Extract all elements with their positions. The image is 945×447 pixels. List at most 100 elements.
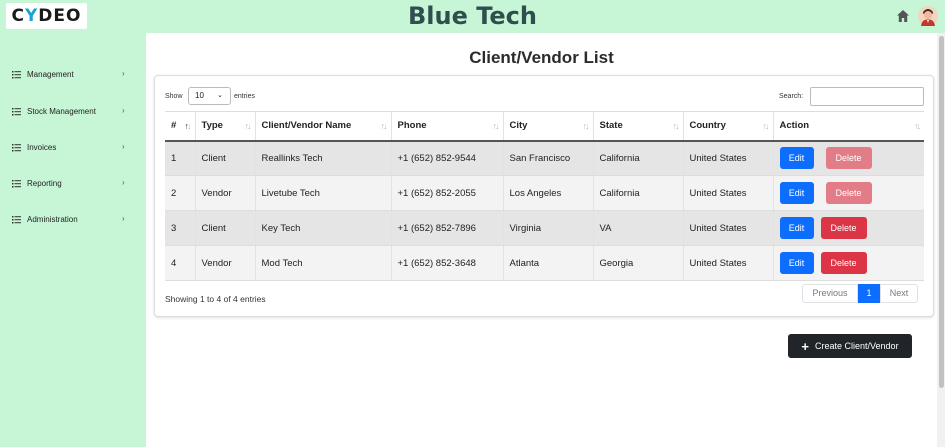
table-row: 3 Client Key Tech +1 (652) 852-7896 Virg… [165,210,924,246]
cell-country: United States [682,245,773,281]
column-header-label: # [171,120,177,132]
create-button-label: Create Client/Vendor [815,341,899,351]
column-header-phone[interactable]: Phone ↑↓ [390,111,503,142]
delete-button[interactable]: Delete [825,147,872,170]
list-icon [12,71,21,79]
table-row: 4 Vendor Mod Tech +1 (652) 852-3648 Atla… [165,245,924,281]
column-header-city[interactable]: City ↑↓ [502,111,593,142]
column-header-label: Type [201,120,223,132]
sort-icon: ↑↓ [184,121,192,131]
column-header-action[interactable]: Action ↑↓ [772,111,924,142]
cell-actions: Edit Delete [772,175,924,211]
cell-city: Los Angeles [502,175,593,211]
cell-type: Client [194,140,255,176]
pagination: Previous 1 Next [802,284,918,303]
delete-button[interactable]: Delete [820,252,867,274]
cell-state: California [592,175,683,211]
previous-page-button[interactable]: Previous [802,284,858,303]
cell-country: United States [682,210,773,246]
column-header-state[interactable]: State ↑↓ [592,111,683,142]
next-page-button[interactable]: Next [880,284,918,303]
chevron-right-icon: › [122,214,125,223]
client-vendor-table: # ↑↓ Type ↑↓ Client/Vendor Name ↑↓ Phone ↑↓ … [165,111,924,281]
column-header-label: Client/Vendor Name [261,120,352,132]
list-icon [12,216,21,224]
search-input[interactable] [810,87,924,106]
page-title: Client/Vendor List [469,48,614,67]
cell-number: 3 [165,210,195,246]
chevron-down-icon: ⌄ [217,92,223,99]
sidebar-item-label: Management [27,70,74,79]
cell-phone: +1 (652) 852-3648 [390,245,503,281]
page-1-button[interactable]: 1 [858,284,880,303]
sidebar-item-management[interactable]: Management › [0,67,146,83]
sidebar-item-label: Invoices [27,143,57,152]
edit-button[interactable]: Edit [779,252,814,274]
sidebar-item-stock-management[interactable]: Stock Management › [0,104,146,120]
column-header-label: City [509,120,528,132]
sidebar-item-administration[interactable]: Administration › [0,212,146,228]
company-title: Blue Tech [407,2,537,30]
sidebar-item-invoices[interactable]: Invoices › [0,140,146,156]
column-header-country[interactable]: Country ↑↓ [682,111,773,142]
cell-type: Vendor [194,175,255,211]
delete-button[interactable]: Delete [820,217,867,239]
delete-button[interactable]: Delete [825,182,872,204]
sidebar-item-label: Stock Management [27,107,96,116]
chevron-right-icon: › [122,142,125,151]
column-header-name[interactable]: Client/Vendor Name ↑↓ [254,111,391,142]
sort-icon: ↑↓ [380,121,388,131]
cell-name: Key Tech [254,210,391,246]
chevron-right-icon: › [122,178,125,187]
table-row: 1 Client Reallinks Tech +1 (652) 852-954… [165,140,924,176]
sort-icon: ↑↓ [492,121,500,131]
top-header: C Y DEO Blue Tech [0,0,945,33]
sort-icon: ↑↓ [244,121,252,131]
cell-country: United States [682,175,773,211]
sort-icon: ↑↓ [914,121,921,131]
sidebar-item-reporting[interactable]: Reporting › [0,176,146,192]
column-header-label: State [599,120,623,132]
cell-phone: +1 (652) 852-7896 [390,210,503,246]
column-header-label: Country [689,120,726,132]
search-label: Search: [779,93,804,100]
sidebar [0,33,146,447]
cell-state: California [592,140,683,176]
plus-icon: + [801,338,810,354]
edit-button[interactable]: Edit [779,182,814,204]
create-client-vendor-button[interactable]: + Create Client/Vendor [788,334,912,358]
column-header-label: Phone [397,120,427,132]
cell-type: Vendor [194,245,255,281]
cell-city: Atlanta [502,245,593,281]
cell-actions: Edit Delete [772,210,924,246]
column-header-number[interactable]: # ↑↓ [165,111,195,142]
edit-button[interactable]: Edit [779,147,814,170]
cell-type: Client [194,210,255,246]
list-icon [12,180,21,188]
sort-icon: ↑↓ [672,121,680,131]
column-header-label: Action [779,120,810,132]
cell-actions: Edit Delete [772,245,924,281]
edit-button[interactable]: Edit [779,217,814,239]
user-avatar-icon[interactable] [918,6,938,26]
cell-actions: Edit Delete [772,140,924,176]
sort-icon: ↑↓ [582,121,590,131]
cell-city: Virginia [502,210,593,246]
scrollbar-thumb[interactable] [939,36,944,388]
cell-state: Georgia [592,245,683,281]
cell-number: 2 [165,175,195,211]
show-label: Show [165,93,183,100]
chevron-right-icon: › [122,69,125,78]
cell-number: 1 [165,140,195,176]
sort-icon: ↑↓ [762,121,770,131]
table-row: 2 Vendor Livetube Tech +1 (652) 852-2055… [165,175,924,211]
entries-per-page-select[interactable]: 10 ⌄ [188,87,231,105]
home-icon[interactable] [896,9,910,23]
cell-phone: +1 (652) 852-9544 [390,140,503,176]
cell-name: Mod Tech [254,245,391,281]
column-header-type[interactable]: Type ↑↓ [194,111,255,142]
cell-state: VA [592,210,683,246]
list-icon [12,108,21,116]
table-header-row: # ↑↓ Type ↑↓ Client/Vendor Name ↑↓ Phone ↑↓ … [165,111,924,142]
entries-select-value: 10 [195,91,204,100]
